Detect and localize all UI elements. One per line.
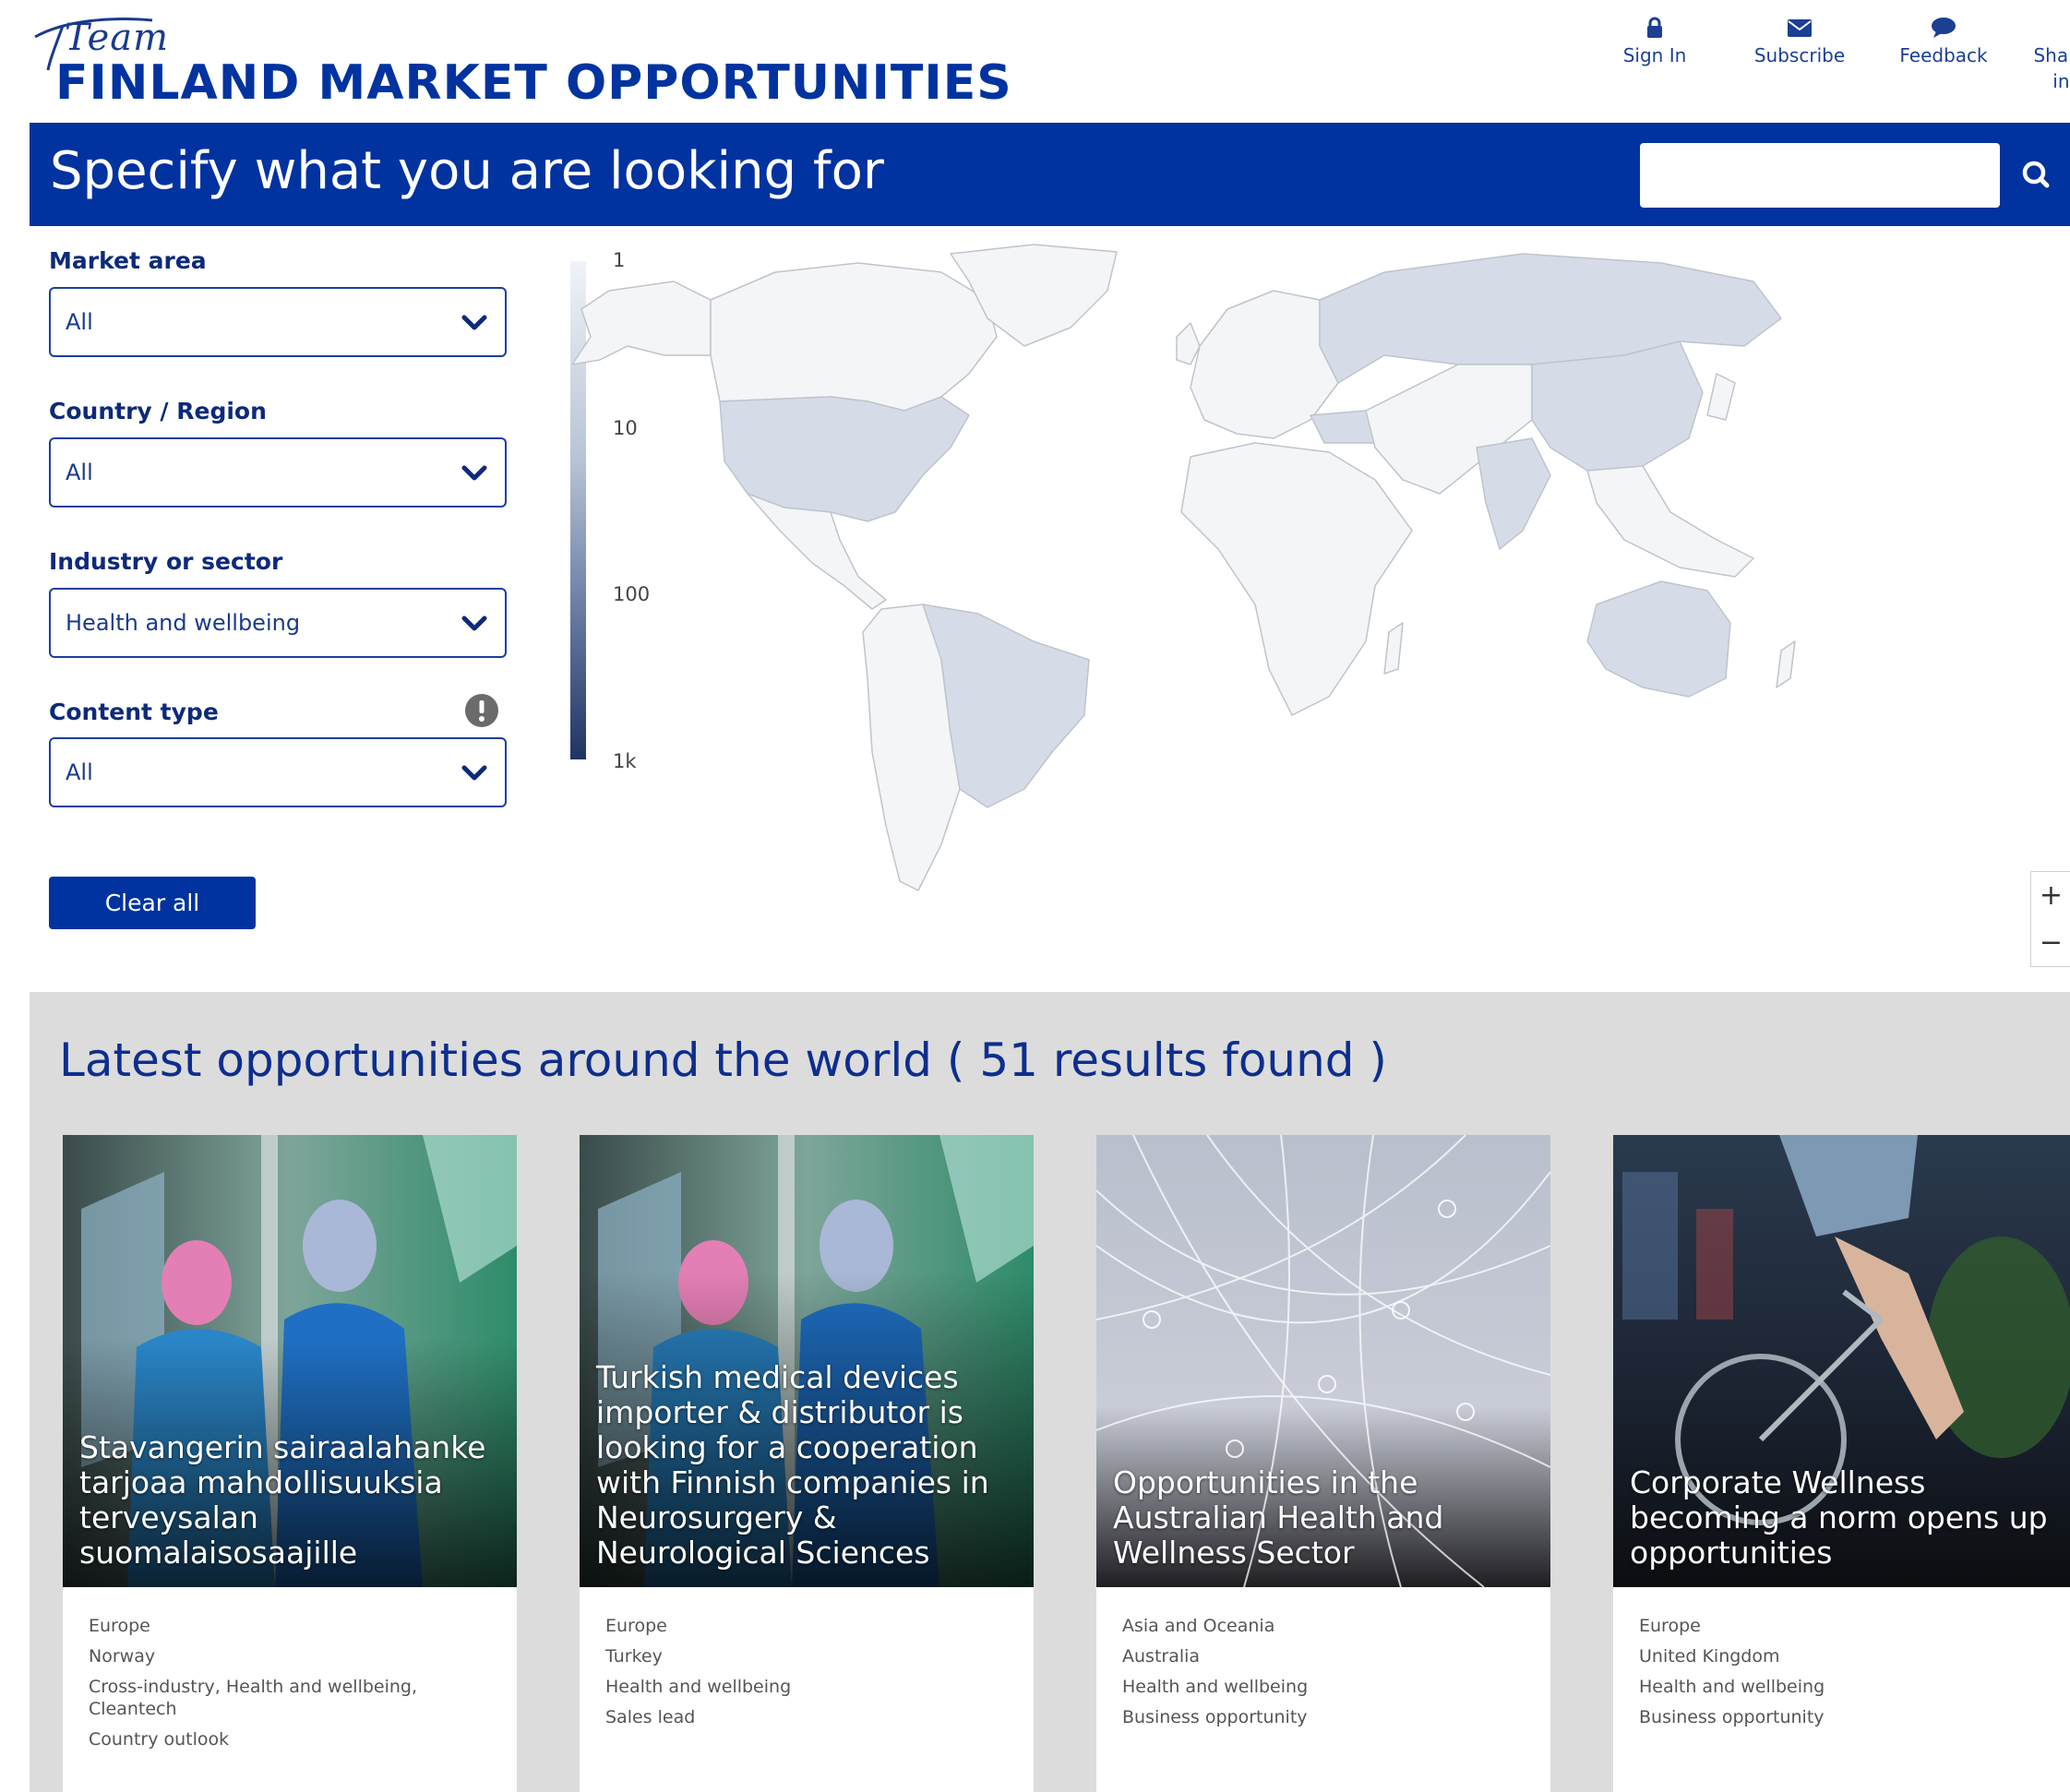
country-region-select[interactable]: All <box>49 437 507 508</box>
card-meta: Europe Turkey Health and wellbeing Sales… <box>605 1615 1015 1737</box>
card-content-type: Business opportunity <box>1122 1707 1308 1727</box>
map-zoom-controls: + − <box>2030 871 2070 967</box>
card-content-type: Country outlook <box>89 1729 230 1750</box>
industry-sector-select[interactable]: Health and wellbeing <box>49 588 507 658</box>
industry-sector-value: Health and wellbeing <box>66 610 301 636</box>
country-region-label: Country / Region <box>49 398 267 424</box>
share-insight-link[interactable]: Share your insight <box>2015 17 2070 94</box>
card-industry: Health and wellbeing <box>1122 1677 1309 1697</box>
map-region-india <box>1476 437 1551 550</box>
opportunity-card[interactable]: Turkish medical devices importer & distr… <box>580 1135 1034 1792</box>
map-region-alaska <box>571 281 712 365</box>
card-meta: Asia and Oceania Australia Health and we… <box>1122 1615 1532 1737</box>
card-country: United Kingdom <box>1639 1646 1780 1667</box>
subscribe-label: Subscribe <box>1753 44 1846 66</box>
search-banner: Specify what you are looking for <box>30 123 2070 226</box>
card-title: Corporate Wellness becoming a norm opens… <box>1630 1464 2048 1571</box>
feedback-link[interactable]: Feedback <box>1874 17 2013 68</box>
card-image-bicycle: Corporate Wellness becoming a norm opens… <box>1613 1135 2070 1587</box>
card-market-area: Asia and Oceania <box>1122 1616 1275 1636</box>
industry-sector-label: Industry or sector <box>49 548 283 575</box>
opportunity-card[interactable]: Opportunities in the Australian Health a… <box>1096 1135 1550 1792</box>
card-market-area: Europe <box>1639 1616 1701 1636</box>
envelope-icon <box>1788 19 1812 37</box>
map-region-new-zealand <box>1776 640 1796 688</box>
card-image-network: Opportunities in the Australian Health a… <box>1096 1135 1550 1587</box>
content-type-label: Content type <box>49 699 219 725</box>
card-country: Norway <box>89 1646 156 1667</box>
zoom-out-button[interactable]: − <box>2031 919 2070 966</box>
card-meta: Europe Norway Cross-industry, Health and… <box>89 1615 498 1759</box>
share-insight-label: Share your insight <box>2033 44 2070 92</box>
map-region-canada <box>710 262 998 412</box>
lock-icon <box>1647 17 1662 38</box>
info-icon[interactable] <box>464 693 499 728</box>
card-image-hospital: Turkish medical devices importer & distr… <box>580 1135 1034 1587</box>
opportunity-card[interactable]: Stavangerin sairaalahanke tarjoaa mahdol… <box>63 1135 517 1792</box>
chevron-down-icon <box>461 315 487 330</box>
chevron-down-icon <box>461 615 487 631</box>
sign-in-label: Sign In <box>1622 44 1687 66</box>
map-region-uk <box>1176 322 1201 365</box>
search-button[interactable] <box>2003 143 2070 208</box>
opportunity-card[interactable]: Corporate Wellness becoming a norm opens… <box>1613 1135 2070 1792</box>
card-title: Turkish medical devices importer & distr… <box>596 1359 989 1571</box>
card-title: Stavangerin sairaalahanke tarjoaa mahdol… <box>79 1429 486 1571</box>
search-banner-title: Specify what you are looking for <box>50 141 884 201</box>
market-area-label: Market area <box>49 247 207 274</box>
clear-all-button[interactable]: Clear all <box>49 877 256 929</box>
card-market-area: Europe <box>89 1616 150 1636</box>
map-region-australia <box>1586 580 1731 698</box>
search-input[interactable] <box>1640 143 2000 208</box>
map-region-japan <box>1706 373 1736 421</box>
subscribe-link[interactable]: Subscribe <box>1730 17 1869 68</box>
content-type-value: All <box>66 759 93 785</box>
speech-bubble-icon <box>1932 18 1956 38</box>
logo-title: FINLAND MARKET OPPORTUNITIES <box>55 55 1012 111</box>
card-industry: Health and wellbeing <box>1639 1677 1825 1697</box>
card-image-hospital: Stavangerin sairaalahanke tarjoaa mahdol… <box>63 1135 517 1587</box>
card-country: Turkey <box>605 1646 663 1667</box>
card-market-area: Europe <box>605 1616 667 1636</box>
card-industry: Cross-industry, Health and wellbeing, Cl… <box>89 1677 418 1719</box>
card-content-type: Business opportunity <box>1639 1707 1825 1727</box>
results-section: Latest opportunities around the world ( … <box>30 992 2070 1792</box>
card-title: Opportunities in the Australian Health a… <box>1113 1464 1444 1571</box>
card-country: Australia <box>1122 1646 1201 1667</box>
chevron-down-icon <box>461 765 487 781</box>
results-title: Latest opportunities around the world ( … <box>59 1033 1387 1087</box>
chevron-down-icon <box>461 465 487 481</box>
site-logo[interactable]: Team FINLAND MARKET OPPORTUNITIES <box>28 9 1011 111</box>
card-industry: Health and wellbeing <box>605 1677 792 1697</box>
feedback-label: Feedback <box>1899 44 1988 66</box>
search-icon <box>2022 161 2050 188</box>
sign-in-link[interactable]: Sign In <box>1585 17 1724 68</box>
market-area-value: All <box>66 309 93 335</box>
map-region-madagascar <box>1383 622 1404 675</box>
world-map[interactable] <box>554 235 2070 974</box>
country-region-value: All <box>66 460 93 485</box>
zoom-in-button[interactable]: + <box>2031 872 2070 919</box>
card-content-type: Sales lead <box>605 1707 696 1727</box>
logo-script-text: Team <box>65 17 170 59</box>
market-area-select[interactable]: All <box>49 287 507 357</box>
content-type-select[interactable]: All <box>49 737 507 807</box>
map-region-africa <box>1180 442 1413 716</box>
card-meta: Europe United Kingdom Health and wellbei… <box>1639 1615 2052 1737</box>
map-region-southeast-asia <box>1586 465 1754 578</box>
